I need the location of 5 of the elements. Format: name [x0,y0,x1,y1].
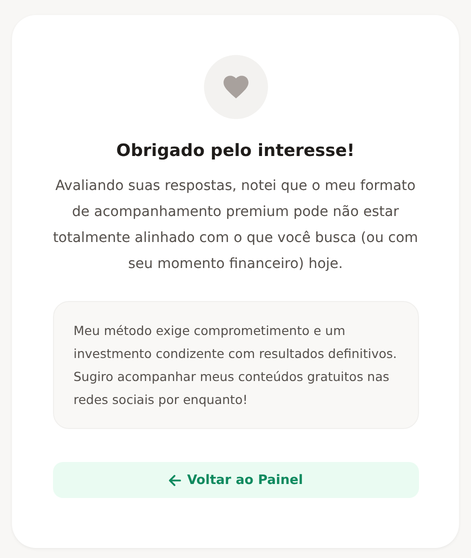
note-text: Meu método exige comprometimento e um investmento condizente com resultados definitivos. Sugiro acompanhar meus conteúdos gratuitos nas redes sociais por enquanto! [52,301,418,429]
arrow-left-icon [168,474,182,486]
back-button[interactable]: Voltar ao Painel [52,462,418,498]
title: Obrigado pelo interesse! [116,141,355,161]
message-text: Avaliando suas respostas, notei que o meu formato de acompanhamento premium pode não estar totalmente alinhado com o que você busca (ou com seu momento financeiro) hoje. [52,177,419,274]
